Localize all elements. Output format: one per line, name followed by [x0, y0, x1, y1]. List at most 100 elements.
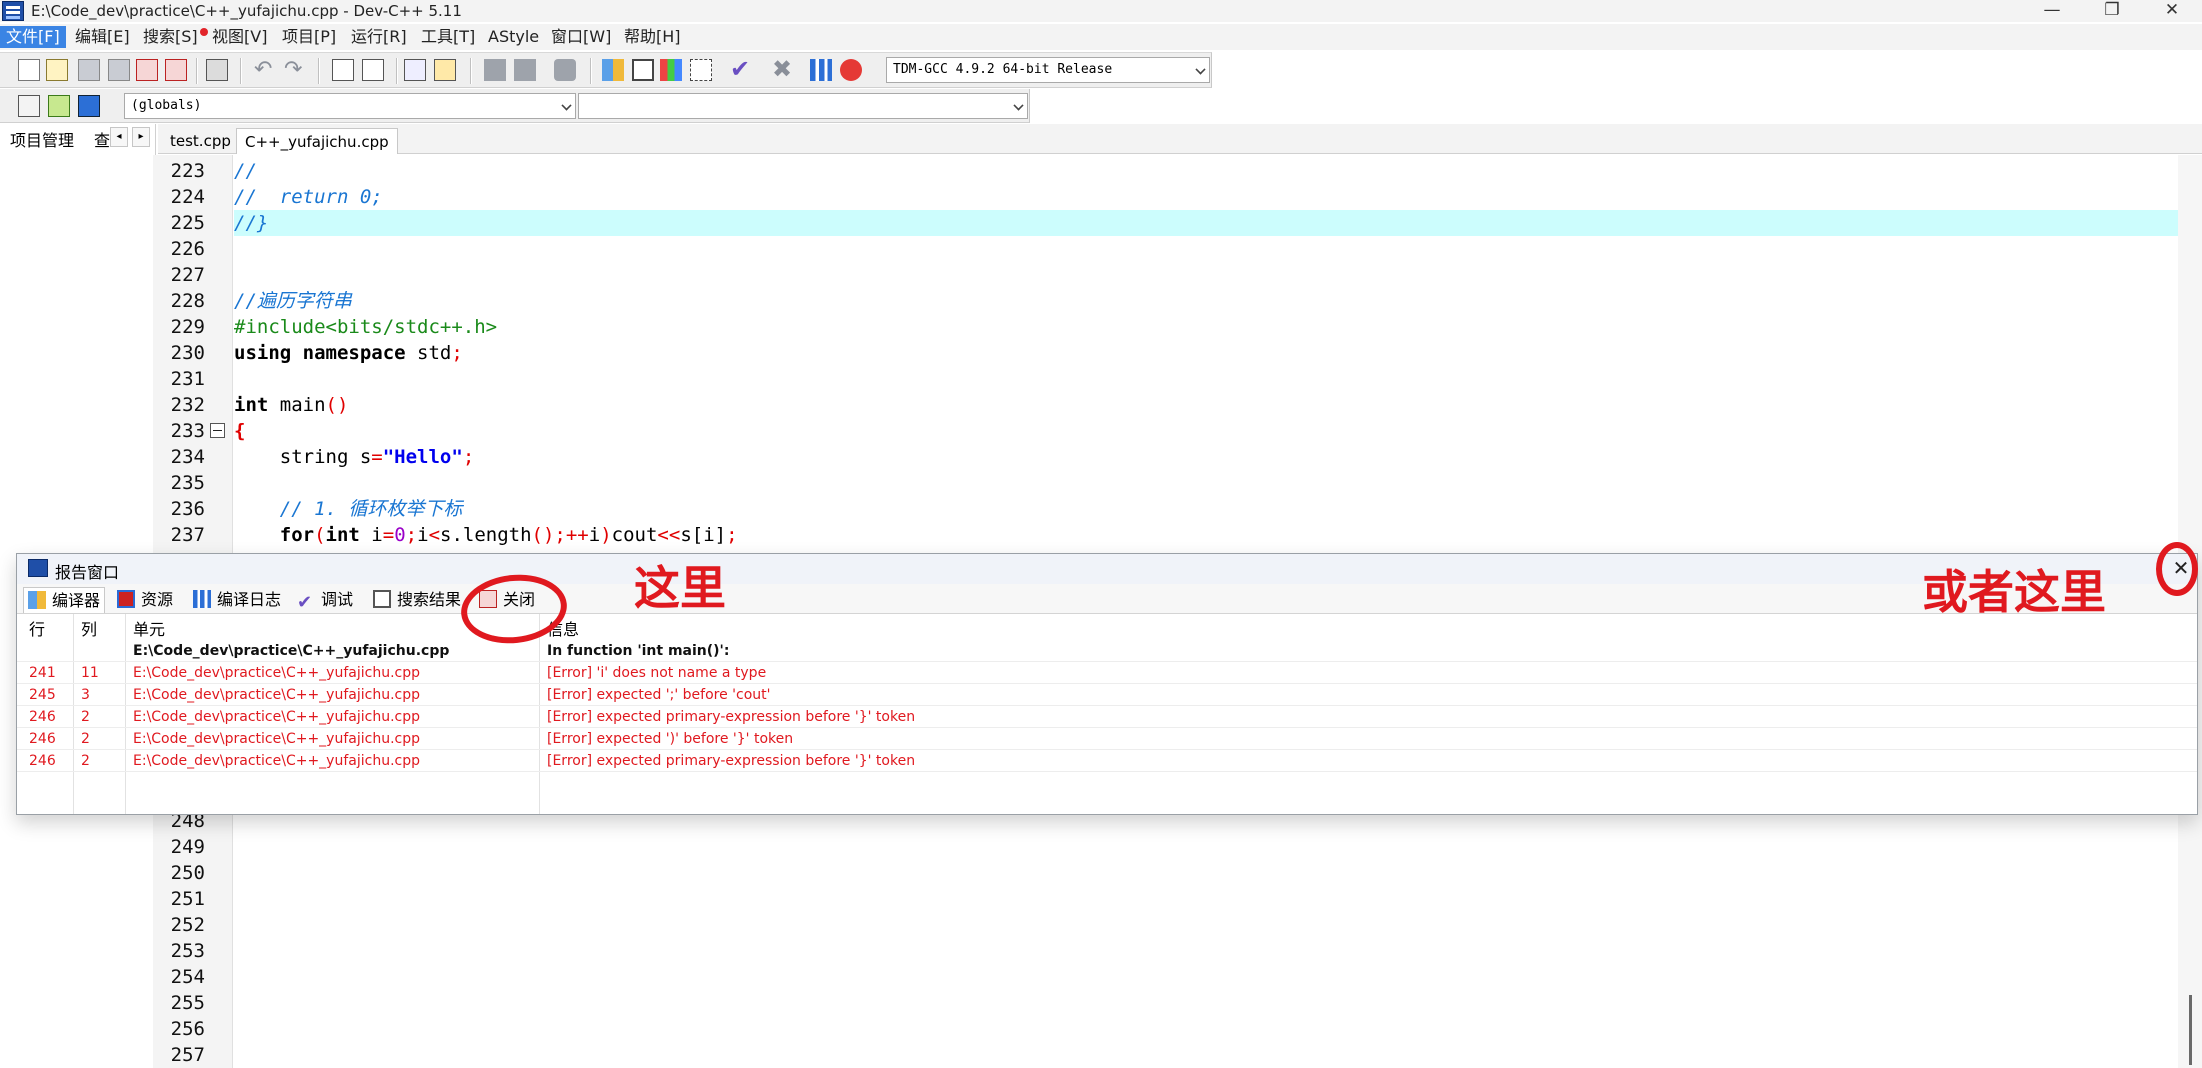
- symbol: ;: [451, 342, 463, 364]
- symbol-select[interactable]: [578, 93, 1028, 119]
- tab-yufajichu-cpp[interactable]: C++_yufajichu.cpp: [236, 128, 398, 154]
- undo-icon[interactable]: ↶: [254, 57, 276, 82]
- restore-button[interactable]: ❐: [2082, 0, 2142, 22]
- tab-search-results[interactable]: 搜索结果: [373, 587, 461, 613]
- close-window-button[interactable]: ✕: [2142, 0, 2202, 22]
- table-row[interactable]: 246 2 E:\Code_dev\practice\C++_yufajichu…: [17, 750, 2197, 772]
- code-line: #include<bits/stdc++.h>: [234, 314, 2178, 340]
- table-row[interactable]: E:\Code_dev\practice\C++_yufajichu.cpp I…: [17, 640, 2197, 662]
- identifier: i: [588, 524, 601, 546]
- open-file-icon[interactable]: [46, 59, 68, 81]
- line-number: 228: [170, 290, 205, 312]
- tab-compile-log[interactable]: 编译日志: [193, 587, 281, 613]
- table-row[interactable]: 246 2 E:\Code_dev\practice\C++_yufajichu…: [17, 706, 2197, 728]
- annotation-circle-close-button: [2156, 542, 2198, 596]
- identifier: cout: [611, 524, 658, 546]
- bookmark-forward-icon[interactable]: [514, 59, 536, 81]
- chevron-down-icon: [1195, 64, 1206, 75]
- toggle-comment-icon[interactable]: [554, 59, 576, 81]
- close-all-icon[interactable]: [165, 59, 187, 81]
- table-row[interactable]: 241 11 E:\Code_dev\practice\C++_yufajich…: [17, 662, 2197, 684]
- goto-definition-icon[interactable]: [78, 95, 100, 117]
- keyword: int: [234, 394, 269, 416]
- replace-icon[interactable]: [362, 59, 384, 81]
- menu-astyle[interactable]: AStyle: [482, 26, 545, 48]
- new-file-icon[interactable]: [18, 59, 40, 81]
- line-number: 254: [170, 966, 205, 988]
- panel-scroll-right-button[interactable]: ▸: [132, 127, 150, 147]
- menu-tools[interactable]: 工具[T]: [415, 26, 481, 48]
- unit-cell: E:\Code_dev\practice\C++_yufajichu.cpp: [133, 753, 420, 769]
- column-cell: 2: [81, 709, 90, 725]
- column-header-line[interactable]: 行: [29, 616, 45, 640]
- redo-icon[interactable]: ↷: [284, 57, 306, 82]
- tab-resources[interactable]: 资源: [117, 587, 173, 613]
- comment: // 1. 循环枚举下标: [234, 498, 463, 520]
- column-header-unit[interactable]: 单元: [133, 616, 165, 640]
- debug-icon[interactable]: [840, 59, 862, 81]
- code-line: {: [234, 418, 2178, 444]
- identifier: main: [268, 394, 326, 416]
- menu-file[interactable]: 文件[F]: [0, 26, 66, 48]
- indent-icon[interactable]: [434, 59, 456, 81]
- tab-debug-label: 调试: [321, 590, 354, 609]
- line-number: 233: [170, 420, 205, 442]
- rebuild-icon[interactable]: [690, 59, 712, 81]
- find-icon[interactable]: [332, 59, 354, 81]
- toolbar-separator: [470, 58, 472, 84]
- tab-project-manager[interactable]: 项目管理: [10, 127, 74, 151]
- minimize-button[interactable]: —: [2022, 0, 2082, 22]
- compiler-select-value: TDM-GCC 4.9.2 64-bit Release: [893, 62, 1113, 77]
- menu-search[interactable]: 搜索[S]: [137, 26, 204, 48]
- fold-toggle-icon[interactable]: [210, 423, 225, 438]
- bookmark-back-icon[interactable]: [484, 59, 506, 81]
- menu-edit[interactable]: 编辑[E]: [69, 26, 136, 48]
- messages-header: 行 列 单元 信息: [17, 616, 2197, 640]
- goto-line-icon[interactable]: [404, 59, 426, 81]
- insert-icon[interactable]: [18, 95, 40, 117]
- panel-scroll-left-button[interactable]: ◂: [110, 127, 128, 147]
- search-results-icon: [373, 590, 391, 608]
- code-line: int main(): [234, 392, 2178, 418]
- compile-run-icon[interactable]: [660, 59, 682, 81]
- tab-compiler[interactable]: 编译器: [23, 587, 106, 613]
- comment: //遍历字符串: [234, 290, 352, 312]
- save-all-icon[interactable]: [108, 59, 130, 81]
- current-code-line: //}: [234, 210, 2178, 236]
- keyword: for: [234, 524, 315, 546]
- message-cell: In function 'int main()':: [547, 643, 730, 659]
- scope-select[interactable]: (globals): [124, 93, 576, 119]
- compiler-select[interactable]: TDM-GCC 4.9.2 64-bit Release: [886, 57, 1210, 83]
- menu-run[interactable]: 运行[R]: [345, 26, 413, 48]
- comment: // return 0;: [234, 186, 383, 208]
- class-browser-icon[interactable]: [48, 95, 70, 117]
- resources-icon: [117, 590, 135, 608]
- column-header-column[interactable]: 列: [81, 616, 97, 640]
- line-number: 237: [170, 524, 205, 546]
- menu-window[interactable]: 窗口[W]: [545, 26, 617, 48]
- tab-class-view[interactable]: 查: [94, 127, 110, 151]
- table-row[interactable]: 245 3 E:\Code_dev\practice\C++_yufajichu…: [17, 684, 2197, 706]
- code-line: // 1. 循环枚举下标: [234, 496, 2178, 522]
- menu-project[interactable]: 项目[P]: [276, 26, 342, 48]
- symbol: ;: [726, 524, 738, 546]
- compile-icon[interactable]: [602, 59, 624, 81]
- stop-execution-icon[interactable]: ✖: [772, 55, 794, 83]
- save-icon[interactable]: [78, 59, 100, 81]
- print-icon[interactable]: [206, 59, 228, 81]
- identifier: s[i]: [680, 524, 727, 546]
- symbol: ): [600, 524, 612, 546]
- close-file-icon[interactable]: [136, 59, 158, 81]
- menu-help[interactable]: 帮助[H]: [618, 26, 687, 48]
- run-icon[interactable]: [632, 59, 654, 81]
- report-window-titlebar[interactable]: 报告窗口 ✕: [17, 554, 2197, 584]
- check-syntax-icon[interactable]: ✔: [730, 55, 752, 83]
- tab-test-cpp[interactable]: test.cpp: [162, 128, 239, 154]
- symbol: (): [325, 394, 349, 416]
- annotation-or-here: 或者这里: [1922, 565, 2106, 619]
- menu-view[interactable]: 视图[V]: [206, 26, 273, 48]
- profile-chart-icon[interactable]: [810, 59, 832, 81]
- table-row[interactable]: 246 2 E:\Code_dev\practice\C++_yufajichu…: [17, 728, 2197, 750]
- tab-debug[interactable]: ✔ 调试: [297, 587, 353, 613]
- scrollbar-thumb[interactable]: [2189, 995, 2192, 1065]
